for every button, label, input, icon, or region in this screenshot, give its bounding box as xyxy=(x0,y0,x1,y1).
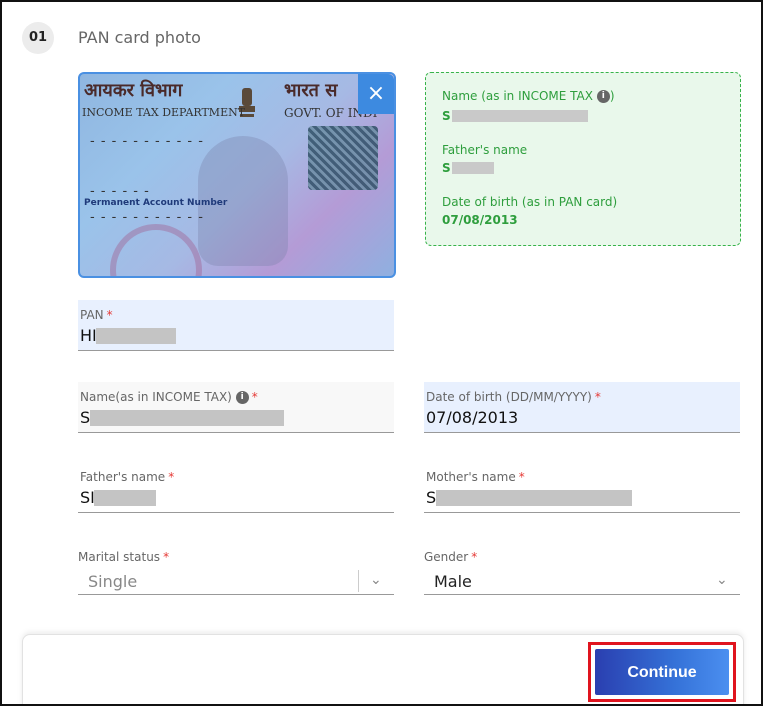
extracted-father-label: Father's name xyxy=(442,143,528,157)
redaction-bar xyxy=(90,410,284,426)
mother-name-field[interactable]: Mother's name * S xyxy=(424,462,740,513)
redaction-bar xyxy=(452,110,588,122)
step-number-badge: 01 xyxy=(22,22,54,54)
dob-field-value[interactable]: 07/08/2013 xyxy=(426,408,518,427)
name-field-value[interactable]: S xyxy=(80,408,90,427)
extracted-details-box: Name (as in INCOME TAX i) S Father's nam… xyxy=(425,72,741,246)
dob-field-label: Date of birth (DD/MM/YYYY) * xyxy=(426,390,601,404)
pan-card-number-line: - - - - - - - - - - - xyxy=(90,210,204,225)
pan-field-label: PAN * xyxy=(80,308,113,322)
mother-name-label: Mother's name * xyxy=(426,470,525,484)
pan-card-hindi-dept: आयकर विभाग xyxy=(84,80,183,101)
father-name-value[interactable]: SI xyxy=(80,488,95,507)
extracted-dob-value: 07/08/2013 xyxy=(442,213,518,227)
kyc-form-panel: 01 PAN card photo आयकर विभाग भारत स INCO… xyxy=(0,0,763,706)
father-name-label: Father's name * xyxy=(80,470,175,484)
pan-field-value[interactable]: HI xyxy=(80,326,97,345)
pan-card-hindi-govt: भारत स xyxy=(284,80,338,101)
redaction-bar xyxy=(452,162,494,174)
name-field[interactable]: Name(as in INCOME TAX) i * S xyxy=(78,382,394,433)
select-separator xyxy=(358,570,359,592)
redaction-bar xyxy=(94,490,156,506)
pan-card-photo: आयकर विभाग भारत स INCOME TAX DEPARTMENT … xyxy=(78,72,396,278)
pan-card-dob-line: - - - - - - xyxy=(90,184,150,199)
gender-value[interactable]: Male xyxy=(434,572,472,591)
gender-label: Gender * xyxy=(424,550,478,564)
mother-name-value[interactable]: S xyxy=(426,488,436,507)
pan-field[interactable]: PAN * HI xyxy=(78,300,394,351)
pan-card-number-label: Permanent Account Number xyxy=(84,198,228,208)
step-title: PAN card photo xyxy=(78,28,201,47)
redaction-bar xyxy=(436,490,632,506)
marital-status-value[interactable]: Single xyxy=(88,572,137,591)
chevron-down-icon[interactable]: ⌄ xyxy=(370,572,382,588)
pan-card-hologram xyxy=(308,126,378,190)
extracted-name-value: S xyxy=(442,109,451,123)
remove-photo-close-icon[interactable]: × xyxy=(358,74,394,114)
gender-select[interactable]: Gender * Male ⌄ xyxy=(424,544,740,595)
pan-card-name-line: - - - - - - - - - - - xyxy=(90,134,204,149)
dob-field[interactable]: Date of birth (DD/MM/YYYY) * 07/08/2013 xyxy=(424,382,740,433)
name-field-label: Name(as in INCOME TAX) i * xyxy=(80,390,258,404)
redaction-bar xyxy=(96,328,176,344)
info-icon[interactable]: i xyxy=(596,90,610,103)
extracted-dob-label: Date of birth (as in PAN card) xyxy=(442,195,618,209)
continue-button[interactable]: Continue xyxy=(595,649,729,695)
extracted-name-label: Name (as in INCOME TAX i) xyxy=(442,89,615,103)
chevron-down-icon[interactable]: ⌄ xyxy=(716,572,728,588)
pan-card-watermark xyxy=(110,224,202,276)
pan-card-dept-text: INCOME TAX DEPARTMENT xyxy=(82,106,246,119)
extracted-father-value: S xyxy=(442,161,451,175)
continue-highlight-box: Continue xyxy=(588,642,736,702)
marital-status-label: Marital status * xyxy=(78,550,170,564)
info-icon[interactable]: i xyxy=(235,391,249,404)
father-name-field[interactable]: Father's name * SI xyxy=(78,462,394,513)
marital-status-select[interactable]: Marital status * Single ⌄ xyxy=(78,544,394,595)
